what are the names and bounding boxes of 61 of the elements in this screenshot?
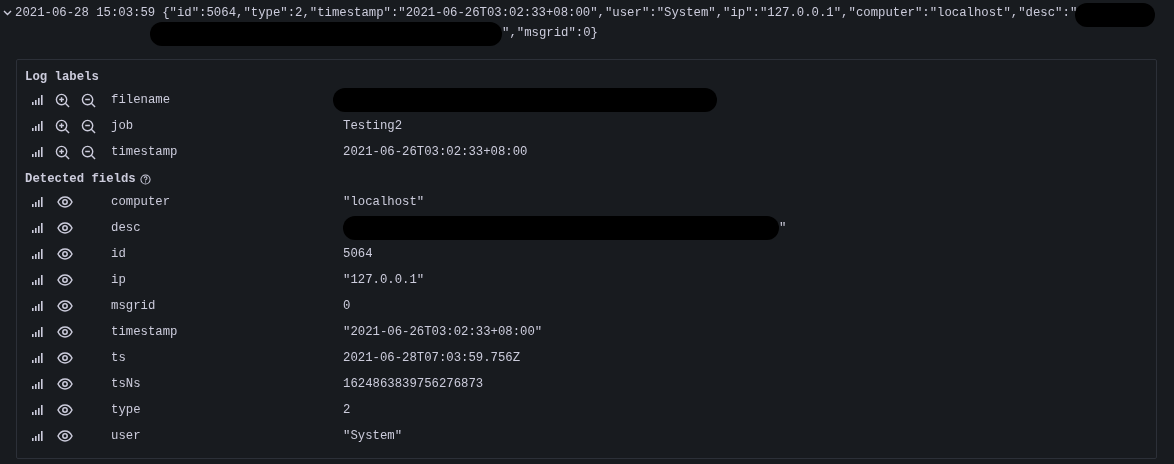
field-value: Testing2 xyxy=(343,117,403,135)
stats-icon[interactable] xyxy=(32,197,44,207)
field-key: computer xyxy=(111,192,343,212)
eye-icon[interactable] xyxy=(57,326,73,338)
field-value: "2021-06-26T03:02:33+08:00" xyxy=(343,323,543,341)
zoom-out-icon[interactable] xyxy=(81,144,96,160)
field-value: "System" xyxy=(343,427,403,445)
field-key: desc xyxy=(111,218,343,238)
eye-icon[interactable] xyxy=(57,352,73,364)
log-timestamp: 2021-06-28 15:03:59 xyxy=(15,4,156,22)
field-value: 2021-06-28T07:03:59.756Z xyxy=(343,349,521,367)
field-value: "127.0.0.1" xyxy=(343,271,425,289)
field-key: timestamp xyxy=(111,322,343,342)
section-title: Log labels xyxy=(25,68,99,86)
zoom-out-icon[interactable] xyxy=(81,92,96,108)
stats-icon[interactable] xyxy=(32,353,44,363)
stats-icon[interactable] xyxy=(32,121,44,131)
eye-icon[interactable] xyxy=(57,248,73,260)
zoom-out-icon[interactable] xyxy=(81,118,96,134)
field-value: 2 xyxy=(343,401,351,419)
eye-icon[interactable] xyxy=(57,378,73,390)
field-key: id xyxy=(111,244,343,264)
field-key: ts xyxy=(111,348,343,368)
field-value: "localhost" xyxy=(343,193,425,211)
stats-icon[interactable] xyxy=(32,147,44,157)
chevron-down-icon[interactable] xyxy=(3,10,12,16)
log-message-end: ","msgrid":0} xyxy=(502,24,598,42)
eye-icon[interactable] xyxy=(57,404,73,416)
field-value: 0 xyxy=(343,297,351,315)
stats-icon[interactable] xyxy=(32,405,44,415)
stats-icon[interactable] xyxy=(32,327,44,337)
field-key: filename xyxy=(111,90,343,110)
field-key: timestamp xyxy=(111,142,343,162)
eye-icon[interactable] xyxy=(57,222,73,234)
log-message-start: {"id":5064,"type":2,"timestamp":"2021-06-26T03:02:33+08:00","user":"System","ip":"127.0.0.1","computer":"localhost","desc":" xyxy=(162,4,1078,22)
field-value: 2021-06-26T03:02:33+08:00 xyxy=(343,143,528,161)
eye-icon[interactable] xyxy=(57,274,73,286)
help-icon[interactable] xyxy=(139,173,151,185)
field-key: tsNs xyxy=(111,374,343,394)
eye-icon[interactable] xyxy=(57,430,73,442)
stats-icon[interactable] xyxy=(32,223,44,233)
field-key: job xyxy=(111,116,343,136)
field-value: 5064 xyxy=(343,245,373,263)
stats-icon[interactable] xyxy=(32,275,44,285)
field-value: " xyxy=(779,219,787,237)
stats-icon[interactable] xyxy=(32,95,44,105)
eye-icon[interactable] xyxy=(57,196,73,208)
zoom-in-icon[interactable] xyxy=(55,118,70,134)
eye-icon[interactable] xyxy=(57,300,73,312)
stats-icon[interactable] xyxy=(32,249,44,259)
section-title: Detected fields xyxy=(25,170,136,188)
field-value: 1624863839756276873 xyxy=(343,375,484,393)
field-key: type xyxy=(111,400,343,420)
stats-icon[interactable] xyxy=(32,431,44,441)
field-key: ip xyxy=(111,270,343,290)
zoom-in-icon[interactable] xyxy=(55,92,70,108)
field-key: msgrid xyxy=(111,296,343,316)
zoom-in-icon[interactable] xyxy=(55,144,70,160)
stats-icon[interactable] xyxy=(32,301,44,311)
stats-icon[interactable] xyxy=(32,379,44,389)
field-key: user xyxy=(111,426,343,446)
